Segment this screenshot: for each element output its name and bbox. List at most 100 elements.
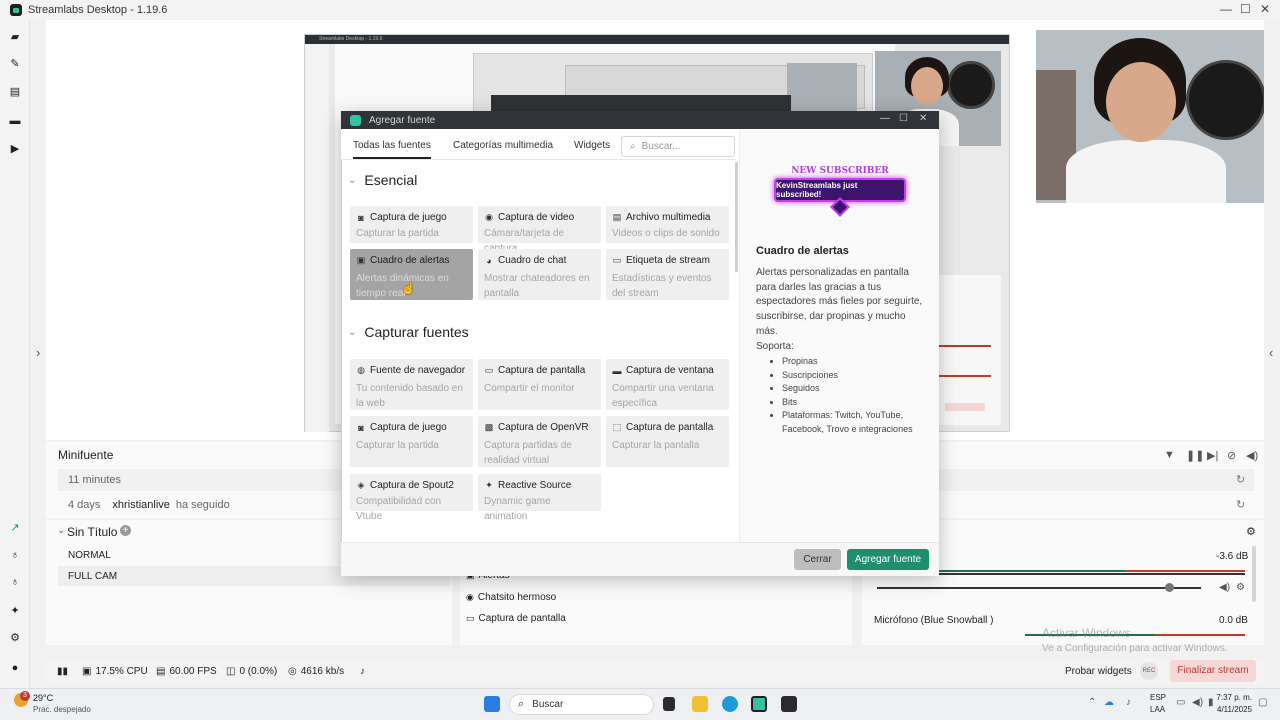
source-card-game-capture-2[interactable]: ◙ Captura de juego Capturar la partida xyxy=(350,416,473,467)
streamlabs-taskbar-icon[interactable] xyxy=(751,696,767,712)
scene-collection-title[interactable]: Sin Título xyxy=(67,525,117,539)
dialog-maximize-icon[interactable]: ☐ xyxy=(899,113,908,124)
close-icon[interactable]: ✕ xyxy=(1260,2,1270,16)
taskbar-search[interactable]: ⌕ Buscar xyxy=(509,694,654,715)
tab-all-sources[interactable]: Todas las fuentes xyxy=(353,140,431,159)
detail-title: Cuadro de alertas xyxy=(756,245,849,257)
source-card-window-capture[interactable]: ▬ Captura de ventana Compartir una ventan… xyxy=(606,359,729,410)
activation-watermark-text: Ve a Configuración para activar Windows. xyxy=(1042,643,1228,654)
source-card-chat-box[interactable]: ◕ Cuadro de chat Mostrar chateadores en p… xyxy=(478,249,601,300)
test-widgets-button[interactable]: Probar widgets xyxy=(1065,666,1132,677)
notification-bell-icon[interactable]: ♪ xyxy=(360,666,365,677)
source-item[interactable]: ◉ Chatsito hermoso xyxy=(466,592,556,603)
shield-icon: ◈ xyxy=(357,480,365,490)
cpu-icon: ▣ xyxy=(82,666,92,677)
volume-icon[interactable]: ◀) xyxy=(1246,449,1258,462)
editor-icon[interactable]: ▰ xyxy=(9,31,21,43)
microphone-icon[interactable]: ♪ xyxy=(1126,697,1131,708)
collab-icon[interactable]: ♁ xyxy=(9,549,21,561)
studio-icon[interactable]: ▬ xyxy=(9,115,21,127)
settings-icon[interactable]: ⚙ xyxy=(9,632,21,644)
file-icon: ▤ xyxy=(612,212,622,222)
vr-icon: ▩ xyxy=(484,422,494,432)
tab-widgets[interactable]: Widgets xyxy=(574,140,610,151)
replay-icon[interactable]: ↻ xyxy=(1236,473,1245,486)
speaker-icon[interactable]: ◀) xyxy=(1219,582,1230,593)
stats-icon[interactable]: ▮▮ xyxy=(57,666,68,677)
volume-slider-handle[interactable] xyxy=(1165,583,1174,592)
search-icon: ⌕ xyxy=(518,698,525,710)
weather-badge: 3 xyxy=(20,691,30,701)
source-card-display-capture[interactable]: ▭ Captura de pantalla Compartir el monito… xyxy=(478,359,601,410)
collapse-right-icon[interactable]: ‹ xyxy=(1269,345,1273,360)
maximize-icon[interactable]: ☐ xyxy=(1240,2,1251,16)
mic-label: Micrófono (Blue Snowball ) xyxy=(874,615,994,626)
source-card-game-capture[interactable]: ◙ Captura de juego Capturar la partida xyxy=(350,206,473,243)
highlighter-icon[interactable]: ↗ xyxy=(9,522,21,534)
filter-icon[interactable]: ▼ xyxy=(1164,449,1175,461)
streamlabs-logo-icon xyxy=(10,4,22,16)
cancel-button[interactable]: Cerrar xyxy=(794,549,841,570)
pause-icon[interactable]: ❚❚ xyxy=(1186,449,1204,462)
source-card-media-file[interactable]: ▤ Archivo multimedia Videos o clips de so… xyxy=(606,206,729,243)
source-item[interactable]: ▭ Captura de pantalla xyxy=(466,613,566,624)
skip-icon[interactable]: ▶| xyxy=(1207,449,1218,462)
volume-tray-icon[interactable]: ◀) xyxy=(1192,697,1203,708)
section-essential[interactable]: ⌄ Esencial xyxy=(348,172,417,188)
source-card-screen-capture[interactable]: ⬚ Captura de pantalla Capturar la pantall… xyxy=(606,416,729,467)
themes-icon[interactable]: ✎ xyxy=(9,58,21,70)
feed-user: xhristianlive xyxy=(112,499,170,511)
mouse-cursor-icon: ☝ xyxy=(401,281,416,295)
search-icon: ⌕ xyxy=(630,141,636,152)
window-icon: ▬ xyxy=(612,365,622,376)
rec-button[interactable]: REC xyxy=(1140,662,1158,680)
alert-preview-banner: NEW SUBSCRIBER KevinStreamlabs just subs… xyxy=(773,166,907,217)
source-card-openvr-capture[interactable]: ▩ Captura de OpenVR Captura partidas de r… xyxy=(478,416,601,467)
end-stream-button[interactable]: Finalizar stream xyxy=(1170,660,1256,682)
play-icon[interactable]: ▶ xyxy=(9,143,21,155)
multistream-icon[interactable]: ♁ xyxy=(9,576,21,588)
file-explorer-icon[interactable] xyxy=(692,696,708,712)
network-icon[interactable]: ▭ xyxy=(1176,697,1185,708)
task-view-icon[interactable] xyxy=(663,697,675,711)
volume-slider[interactable] xyxy=(877,587,1201,589)
gear-icon[interactable]: ⚙ xyxy=(1236,582,1245,593)
tray-chevron-icon[interactable]: ⌃ xyxy=(1088,697,1096,708)
clock-time[interactable]: 7:37 p. m. xyxy=(1216,693,1252,702)
notification-icon[interactable]: ▢ xyxy=(1258,697,1267,708)
collapse-left-icon[interactable]: › xyxy=(36,345,40,360)
source-card-browser-source[interactable]: ◍ Fuente de navegador Tu contenido basado… xyxy=(350,359,473,410)
onedrive-icon[interactable]: ☁ xyxy=(1104,697,1114,708)
source-card-reactive-source[interactable]: ✦ Reactive Source Dynamic game animation xyxy=(478,474,601,522)
dialog-close-icon[interactable]: ✕ xyxy=(919,113,927,124)
alert-box-icon: ▣ xyxy=(356,255,366,265)
section-capture-sources[interactable]: ⌄ Capturar fuentes xyxy=(348,324,469,340)
chevron-down-icon[interactable]: ⌄ xyxy=(57,525,65,536)
dropped-frames-stat: ◫ 0 (0.0%) xyxy=(226,666,278,677)
ai-icon[interactable]: ✦ xyxy=(9,605,21,617)
minimize-icon[interactable]: — xyxy=(1220,2,1232,16)
add-scene-icon[interactable]: + xyxy=(120,525,131,536)
app-taskbar-icon[interactable] xyxy=(781,696,797,712)
dialog-minimize-icon[interactable]: — xyxy=(880,113,890,124)
tab-media-categories[interactable]: Categorías multimedia xyxy=(453,140,553,151)
desktop-audio-db: -3.6 dB xyxy=(1216,551,1249,562)
profile-icon[interactable]: ● xyxy=(9,662,21,674)
add-source-button[interactable]: Agregar fuente xyxy=(847,549,929,570)
mixer-settings-icon[interactable]: ⚙ xyxy=(1246,525,1256,538)
source-card-stream-label[interactable]: ▭ Etiqueta de stream Estadísticas y event… xyxy=(606,249,729,300)
mute-alerts-icon[interactable]: ⊘ xyxy=(1227,449,1236,462)
source-list-scrollbar[interactable] xyxy=(735,162,738,272)
replay-icon[interactable]: ↻ xyxy=(1236,498,1245,511)
source-search-input[interactable]: ⌕ Buscar... xyxy=(621,136,735,157)
keyboard-layout[interactable]: LAA xyxy=(1150,705,1165,714)
source-card-video-capture[interactable]: ◉Captura de video Cámara/tarjeta de capt… xyxy=(478,206,601,254)
edge-icon[interactable] xyxy=(722,696,738,712)
language-code[interactable]: ESP xyxy=(1150,693,1166,702)
source-card-spout2-capture[interactable]: ◈ Captura de Spout2 Compatibilidad con Vt… xyxy=(350,474,473,522)
store-icon[interactable]: ▤ xyxy=(9,86,21,98)
mixer-scrollbar[interactable] xyxy=(1252,546,1256,602)
clock-date[interactable]: 4/11/2025 xyxy=(1208,705,1252,714)
windows-start-icon[interactable] xyxy=(484,696,500,712)
title-bar: Streamlabs Desktop - 1.19.6 xyxy=(0,0,1280,20)
